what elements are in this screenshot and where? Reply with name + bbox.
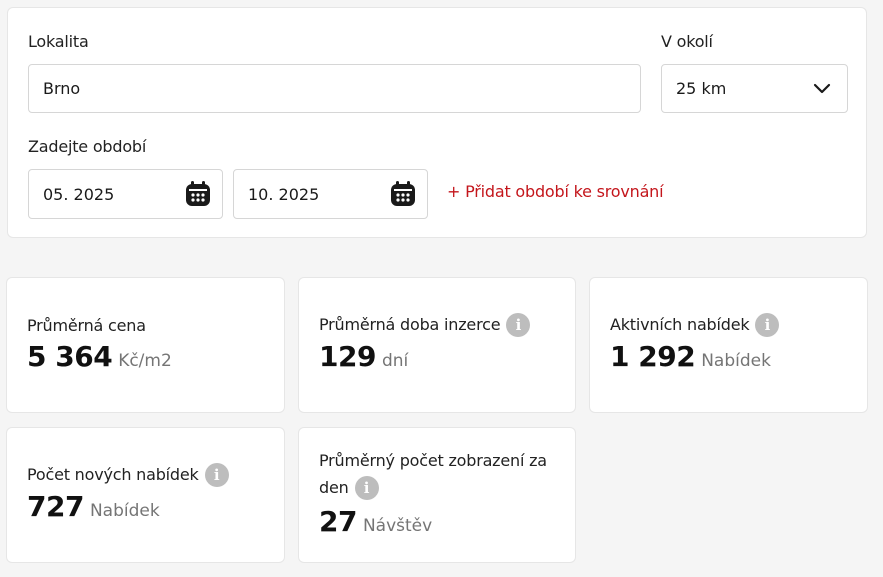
- add-comparison-period-link[interactable]: + Přidat období ke srovnání: [447, 182, 664, 201]
- location-label: Lokalita: [28, 32, 89, 51]
- stat-unit: Kč/m2: [118, 351, 172, 371]
- radius-select[interactable]: 25 km: [661, 64, 848, 113]
- info-icon[interactable]: i: [204, 462, 229, 487]
- stat-title: Aktivních nabídek: [610, 315, 750, 334]
- stat-card-new-listings: Počet nových nabídek i 727 Nabídek: [6, 427, 285, 563]
- stat-value: 129: [319, 340, 376, 373]
- radius-select-value: 25 km: [676, 79, 727, 98]
- stat-value: 1 292: [610, 340, 696, 373]
- stat-value: 727: [27, 490, 84, 523]
- stat-unit: Návštěv: [362, 516, 433, 536]
- stat-title-line1: Průměrný počet zobrazení za: [319, 451, 547, 470]
- stat-value-row: 5 364 Kč/m2: [27, 340, 172, 373]
- stat-title: Průměrná cena: [27, 316, 146, 335]
- calendar-icon[interactable]: [389, 180, 417, 208]
- period-from-value: 05. 2025: [43, 184, 115, 204]
- stat-card-avg-price: Průměrná cena 5 364 Kč/m2: [6, 277, 285, 413]
- calendar-icon[interactable]: [184, 180, 212, 208]
- radius-label: V okolí: [661, 32, 713, 51]
- info-icon[interactable]: i: [755, 312, 780, 337]
- stat-unit: Nabídek: [89, 501, 160, 521]
- stat-unit: Nabídek: [701, 351, 771, 371]
- page: Lokalita V okolí 25 km Zadejte období 05…: [0, 0, 883, 577]
- stat-value: 5 364: [27, 340, 113, 373]
- stat-title-row: den i: [319, 475, 379, 501]
- stat-card-avg-daily-views: Průměrný počet zobrazení za den i 27 Návšt…: [298, 427, 576, 563]
- filter-panel: Lokalita V okolí 25 km Zadejte období 05…: [7, 7, 867, 238]
- stat-value-row: 1 292 Nabídek: [610, 340, 771, 373]
- location-input[interactable]: [43, 79, 640, 98]
- stat-unit: dní: [381, 351, 409, 371]
- stat-title: Průměrná doba inzerce: [319, 315, 501, 334]
- period-to-value: 10. 2025: [248, 184, 320, 204]
- stat-title-line2: den: [319, 478, 349, 497]
- stat-value: 27: [319, 505, 357, 538]
- stat-value-row: 129 dní: [319, 340, 408, 373]
- stat-title-row: Počet nových nabídek i: [27, 462, 229, 488]
- stat-title-row: Aktivních nabídek i: [610, 312, 780, 338]
- location-input-field[interactable]: [28, 64, 641, 113]
- stat-card-active-listings: Aktivních nabídek i 1 292 Nabídek: [589, 277, 868, 413]
- stat-card-avg-listing-duration: Průměrná doba inzerce i 129 dní: [298, 277, 576, 413]
- stat-title: Počet nových nabídek: [27, 465, 199, 484]
- chevron-down-icon: [813, 83, 831, 93]
- stat-value-row: 27 Návštěv: [319, 505, 432, 538]
- period-to-field[interactable]: 10. 2025: [233, 169, 428, 219]
- period-from-field[interactable]: 05. 2025: [28, 169, 223, 219]
- stat-title-row: Průměrná doba inzerce i: [319, 312, 531, 338]
- info-icon[interactable]: i: [354, 475, 379, 500]
- info-icon[interactable]: i: [506, 312, 531, 337]
- period-label: Zadejte období: [28, 137, 147, 156]
- stat-value-row: 727 Nabídek: [27, 490, 160, 523]
